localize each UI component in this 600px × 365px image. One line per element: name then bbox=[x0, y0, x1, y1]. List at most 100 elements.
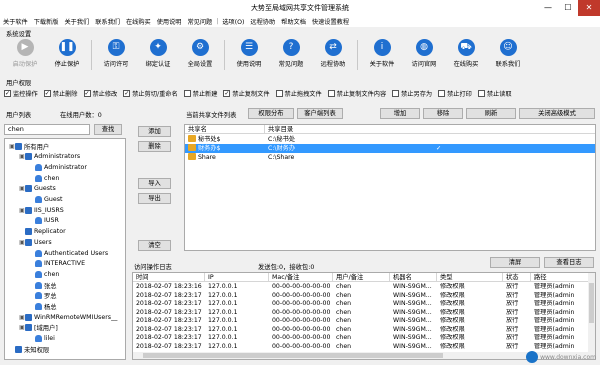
export-button[interactable]: 导出 bbox=[138, 193, 171, 204]
toolbar-button[interactable]: ▶ 启动保护 bbox=[4, 37, 46, 74]
menu-item[interactable]: 关于我们 bbox=[62, 17, 93, 26]
menu-item[interactable]: 选项(O) bbox=[219, 17, 247, 26]
log-column-header[interactable]: 状态 bbox=[503, 273, 531, 282]
log-column-header[interactable]: 机器名 bbox=[390, 273, 437, 282]
tree-user[interactable]: IUSR bbox=[29, 217, 59, 225]
user-search-input[interactable]: chen bbox=[4, 124, 90, 135]
toolbar-button[interactable]: ☰ 使用说明 bbox=[228, 37, 270, 74]
log-column-header[interactable]: 类型 bbox=[437, 273, 503, 282]
tree-group[interactable]: Replicator bbox=[19, 228, 66, 236]
menu-item[interactable]: 关于软件 bbox=[0, 17, 31, 26]
close-advanced-mode-button[interactable]: 关闭高级模式 bbox=[519, 108, 595, 119]
share-row[interactable]: Share C:\Share bbox=[185, 153, 595, 162]
log-column-header[interactable]: 用户/备注 bbox=[333, 273, 390, 282]
tree-user[interactable]: lilei bbox=[29, 335, 55, 343]
toolbar-button[interactable]: ⛟ 在线购买 bbox=[445, 37, 487, 74]
permission-checkbox[interactable]: 禁止拖拽文件 bbox=[275, 88, 322, 98]
share-path: C:\财务办 bbox=[268, 145, 296, 152]
tree-user[interactable]: 罗总 bbox=[29, 292, 57, 300]
permission-checkbox[interactable]: ✓ 禁止剪切/重命名 bbox=[123, 88, 178, 98]
toolbar-button[interactable]: ⚿ 访问许可 bbox=[95, 37, 137, 74]
tree-user[interactable]: Guest bbox=[29, 196, 63, 204]
delete-user-button[interactable]: 删除 bbox=[138, 141, 171, 152]
menu-item[interactable]: 下载新版 bbox=[31, 17, 62, 26]
tree-group[interactable]: ▣ WinRMRemoteWMIUsers__ bbox=[19, 313, 117, 321]
log-column-header[interactable]: Mac/备注 bbox=[269, 273, 333, 282]
tree-group[interactable]: ▣ IIS_IUSRS bbox=[19, 206, 64, 214]
toolbar-button-label: 远程协助 bbox=[320, 61, 346, 68]
menu-item[interactable]: 联系我们 bbox=[92, 17, 123, 26]
add-share-button[interactable]: 增加 bbox=[380, 108, 420, 119]
log-row[interactable]: 2018-02-07 18:23:16 127.0.0.1 00-00-00-00-… bbox=[133, 283, 595, 292]
add-user-button[interactable]: 添加 bbox=[138, 126, 171, 137]
view-log-button[interactable]: 查看日志 bbox=[544, 257, 594, 268]
minimize-button[interactable]: — bbox=[538, 0, 558, 16]
tree-group[interactable]: ▣ Administrators bbox=[19, 153, 80, 161]
remove-share-button[interactable]: 移除 bbox=[423, 108, 463, 119]
toolbar-button[interactable]: ? 常见问题 bbox=[270, 37, 312, 74]
access-log-table[interactable]: 时间 IP Mac/备注 用户/备注 机器名 类型 状态 路径 2018-02-07 18:2… bbox=[132, 272, 596, 360]
tree-user[interactable]: 张总 bbox=[29, 281, 57, 290]
menu-item[interactable]: 帮助文档 bbox=[278, 17, 309, 26]
tree-user[interactable]: Authenticated Users bbox=[29, 249, 108, 257]
clear-button[interactable]: 清空 bbox=[138, 240, 171, 251]
menu-item[interactable]: 快速设置教程 bbox=[309, 17, 352, 26]
tree-group[interactable]: ▣ Users bbox=[19, 238, 52, 246]
maximize-button[interactable]: ☐ bbox=[558, 0, 578, 16]
log-column-header[interactable]: 路径 bbox=[531, 273, 590, 282]
toolbar-button[interactable]: ◍ 访问官网 bbox=[403, 37, 445, 74]
tree-user[interactable]: 杨总 bbox=[29, 303, 57, 311]
user-tree[interactable]: ▣ 所有用户 ▣ Administrators Administrator chen ▣ Gu… bbox=[4, 138, 126, 360]
log-row[interactable]: 2018-02-07 18:23:17 127.0.0.1 00-00-00-00-… bbox=[133, 326, 595, 335]
log-row[interactable]: 2018-02-07 18:23:17 127.0.0.1 00-00-00-00-… bbox=[133, 334, 595, 343]
permission-checkbox[interactable]: ✓ 禁止删除 bbox=[43, 88, 78, 98]
permission-checkbox[interactable]: 禁止读取 bbox=[477, 88, 512, 98]
toolbar-button[interactable]: ⇄ 远程协助 bbox=[312, 37, 354, 74]
permission-distribution-button[interactable]: 权限分布 bbox=[248, 108, 294, 119]
tree-user[interactable]: chen bbox=[29, 174, 59, 182]
tree-group[interactable]: ▣ [域用户] bbox=[19, 324, 58, 332]
menu-item[interactable]: 使用说明 bbox=[154, 17, 185, 26]
share-list[interactable]: 共享名 共享目录 秘书处$ C:\秘书处 财务办$ C:\财务办 ✓ Share C:\Sh… bbox=[184, 124, 596, 251]
toolbar-button[interactable]: ❚❚ 停止保护 bbox=[46, 37, 88, 74]
permission-checkbox[interactable]: ✓ 禁止复制文件 bbox=[223, 88, 270, 98]
log-row[interactable]: 2018-02-07 18:23:17 127.0.0.1 00-00-00-00-… bbox=[133, 343, 595, 352]
menu-item[interactable]: 常见问题 bbox=[185, 17, 216, 26]
log-row[interactable]: 2018-02-07 18:23:17 127.0.0.1 00-00-00-00-… bbox=[133, 309, 595, 318]
tree-group[interactable]: ▣ Guests bbox=[19, 185, 56, 193]
import-button[interactable]: 导入 bbox=[138, 178, 171, 189]
tree-group[interactable]: ▣ 所有用户 bbox=[9, 142, 49, 151]
log-vertical-scrollbar[interactable] bbox=[588, 273, 595, 354]
menu-item[interactable]: 远程协助 bbox=[247, 17, 278, 26]
log-row[interactable]: 2018-02-07 18:23:17 127.0.0.1 00-00-00-00-… bbox=[133, 317, 595, 326]
toolbar-button[interactable]: ☺ 联系我们 bbox=[487, 37, 529, 74]
permission-checkbox[interactable]: 禁止新建 bbox=[183, 88, 217, 98]
permission-checkbox[interactable]: 禁止另存为 bbox=[392, 88, 432, 98]
tree-user[interactable]: INTERACTIVE bbox=[29, 260, 85, 268]
menu-item[interactable]: 在线购买 bbox=[123, 17, 154, 26]
toolbar-button[interactable]: ⚙ 全局设置 bbox=[179, 37, 221, 74]
permission-checkbox[interactable]: 禁止打印 bbox=[438, 88, 472, 98]
permission-label: 禁止复制文件内容 bbox=[336, 90, 387, 98]
share-row[interactable]: 秘书处$ C:\秘书处 bbox=[185, 135, 595, 144]
log-column-header[interactable]: IP bbox=[205, 273, 269, 282]
refresh-button[interactable]: 刷新 bbox=[466, 108, 516, 119]
log-column-header[interactable]: 时间 bbox=[133, 273, 205, 282]
close-button[interactable]: ✕ bbox=[578, 0, 600, 16]
permission-checkbox[interactable]: 禁止复制文件内容 bbox=[327, 88, 387, 98]
permission-checkbox[interactable]: ✓ 禁止修改 bbox=[83, 88, 117, 98]
share-col-name[interactable]: 共享名 bbox=[185, 125, 265, 134]
tree-group[interactable]: 未知权限 bbox=[9, 345, 49, 354]
tree-user[interactable]: Administrator bbox=[29, 163, 87, 171]
permission-checkbox[interactable]: ✓ 监控操作 bbox=[4, 88, 38, 98]
tree-user[interactable]: chen bbox=[29, 270, 59, 278]
search-button[interactable]: 查找 bbox=[94, 124, 122, 135]
client-list-button[interactable]: 客户端列表 bbox=[297, 108, 343, 119]
log-row[interactable]: 2018-02-07 18:23:17 127.0.0.1 00-00-00-00-… bbox=[133, 300, 595, 309]
clear-screen-button[interactable]: 清屏 bbox=[490, 257, 540, 268]
log-row[interactable]: 2018-02-07 18:23:17 127.0.0.1 00-00-00-00-… bbox=[133, 292, 595, 301]
toolbar-button[interactable]: ✦ 绑定认证 bbox=[137, 37, 179, 74]
share-row[interactable]: 财务办$ C:\财务办 ✓ bbox=[185, 144, 595, 153]
toolbar-button[interactable]: i 关于软件 bbox=[361, 37, 403, 74]
share-col-path[interactable]: 共享目录 bbox=[265, 125, 595, 134]
